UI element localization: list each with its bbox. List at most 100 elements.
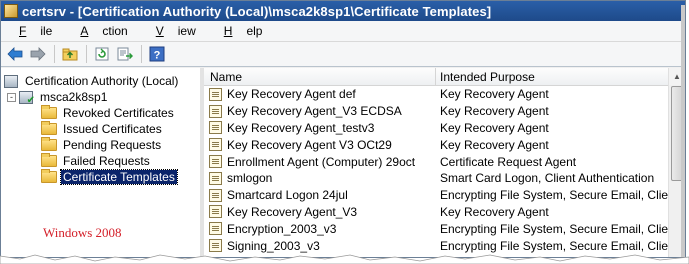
column-header-intended-purpose[interactable]: Intended Purpose (436, 68, 685, 85)
cell-intended-purpose: Encrypting File System, Secure Email, Cl… (440, 238, 685, 253)
cell-intended-purpose: Key Recovery Agent (440, 120, 549, 135)
menu-bar: File Action View Help (1, 21, 685, 42)
forward-arrow-icon (30, 47, 46, 61)
cell-intended-purpose: Smart Card Logon, Client Authentication (440, 171, 655, 186)
main-content: Certification Authority (Local) - ✔ msca… (1, 68, 685, 257)
list-rows: Key Recovery Agent def Key Recovery Agent… (204, 86, 685, 254)
cell-name: Signing_2003_v3 (204, 239, 436, 253)
tree-item-certificate-templates[interactable]: Certificate Templates (1, 169, 200, 185)
template-name: smlogon (227, 171, 273, 186)
template-name: Key Recovery Agent V3 OCt29 (227, 137, 392, 152)
cell-name: Smartcard Logon 24jul (204, 188, 436, 202)
table-row[interactable]: Key Recovery Agent_V3 ECDSA Key Recovery … (204, 103, 685, 120)
title-bar: certsrv - [Certification Authority (Loca… (1, 1, 685, 21)
table-row[interactable]: smlogon Smart Card Logon, Client Authenti… (204, 170, 685, 187)
tree-root-item[interactable]: Certification Authority (Local) (1, 73, 200, 89)
cell-name: Encryption_2003_v3 (204, 222, 436, 236)
window-shadow (681, 5, 685, 257)
template-name: Signing_2003_v3 (227, 238, 320, 253)
cell-name: smlogon (204, 171, 436, 185)
certificate-template-icon (209, 239, 222, 253)
tree-ca-item[interactable]: - ✔ msca2k8sp1 (1, 89, 200, 106)
tree-item-revoked-certificates[interactable]: Revoked Certificates (1, 105, 200, 121)
certificate-template-icon (209, 188, 222, 202)
table-row[interactable]: Key Recovery Agent def Key Recovery Agent (204, 86, 685, 103)
console-tree: Certification Authority (Local) - ✔ msca… (1, 68, 204, 257)
toolbar: ? (1, 42, 685, 67)
certificate-template-icon (209, 87, 222, 101)
ca-server-icon: ✔ (19, 90, 35, 106)
refresh-button[interactable] (91, 44, 113, 64)
tree-item-label: Issued Certificates (63, 122, 162, 136)
toolbar-separator (54, 45, 55, 63)
certificate-template-icon (209, 121, 222, 135)
menu-action[interactable]: Action (66, 24, 141, 38)
table-row[interactable]: Enrollment Agent (Computer) 29oct Certifi… (204, 153, 685, 170)
cell-name: Enrollment Agent (Computer) 29oct (204, 155, 436, 169)
cell-name: Key Recovery Agent V3 OCt29 (204, 138, 436, 152)
tree-item-label: Failed Requests (63, 154, 150, 168)
tree-item-failed-requests[interactable]: Failed Requests (1, 153, 200, 169)
cell-intended-purpose: Key Recovery Agent (440, 104, 549, 119)
cell-intended-purpose: Encrypting File System, Secure Email, Cl… (440, 221, 685, 236)
certificate-template-icon (209, 104, 222, 118)
template-name: Key Recovery Agent_V3 ECDSA (227, 104, 402, 119)
mmc-window: certsrv - [Certification Authority (Loca… (0, 0, 686, 258)
menu-help[interactable]: Help (210, 24, 277, 38)
certificate-template-icon (209, 222, 222, 236)
up-one-level-button[interactable] (59, 44, 81, 64)
folder-icon (41, 169, 57, 183)
cell-intended-purpose: Certificate Request Agent (440, 154, 577, 169)
tree-item-label: Pending Requests (63, 138, 162, 152)
table-row[interactable]: Encryption_2003_v3 Encrypting File System… (204, 220, 685, 237)
tree-item-label: Certificate Templates (60, 169, 178, 185)
certificate-template-icon (209, 171, 222, 185)
cell-name: Key Recovery Agent_testv3 (204, 121, 436, 135)
tree-root-label: Certification Authority (Local) (25, 74, 179, 88)
collapse-expander[interactable]: - (7, 92, 16, 102)
template-name: Encryption_2003_v3 (227, 221, 337, 236)
column-header-name[interactable]: Name (204, 68, 436, 85)
table-row[interactable]: Key Recovery Agent_V3 Key Recovery Agent (204, 204, 685, 221)
cell-intended-purpose: Encrypting File System, Secure Email, Cl… (440, 188, 685, 203)
table-row[interactable]: Key Recovery Agent V3 OCt29 Key Recovery … (204, 136, 685, 153)
certification-authority-icon (4, 74, 18, 88)
menu-view[interactable]: View (142, 24, 210, 38)
export-list-button[interactable] (114, 44, 136, 64)
folder-icon (41, 153, 57, 167)
tree-item-issued-certificates[interactable]: Issued Certificates (1, 121, 200, 137)
cell-name: Key Recovery Agent def (204, 87, 436, 101)
help-icon: ? (149, 46, 165, 62)
folder-icon (41, 105, 57, 119)
cell-name: Key Recovery Agent_V3 (204, 205, 436, 219)
table-row[interactable]: Signing_2003_v3 Encrypting File System, S… (204, 237, 685, 254)
help-button[interactable]: ? (146, 44, 168, 64)
back-button[interactable] (4, 44, 26, 64)
table-row[interactable]: Smartcard Logon 24jul Encrypting File Sys… (204, 187, 685, 204)
tree-ca-label: msca2k8sp1 (40, 90, 108, 104)
folder-icon (41, 137, 57, 151)
toolbar-separator (86, 45, 87, 63)
template-name: Enrollment Agent (Computer) 29oct (227, 154, 416, 169)
export-list-icon (117, 47, 133, 61)
folder-icon (41, 121, 57, 135)
tree-item-label: Revoked Certificates (63, 106, 174, 120)
template-name: Key Recovery Agent_V3 (227, 204, 358, 219)
template-name: Key Recovery Agent_testv3 (227, 120, 375, 135)
table-row[interactable]: Key Recovery Agent_testv3 Key Recovery Ag… (204, 120, 685, 137)
certificate-template-icon (209, 138, 222, 152)
cell-intended-purpose: Key Recovery Agent (440, 137, 549, 152)
list-header: Name Intended Purpose (204, 68, 685, 86)
svg-text:?: ? (154, 50, 161, 62)
windows-version-annotation: Windows 2008 (43, 225, 122, 240)
template-name: Key Recovery Agent def (227, 87, 356, 102)
up-folder-icon (62, 48, 78, 61)
tree-item-pending-requests[interactable]: Pending Requests (1, 137, 200, 153)
forward-button[interactable] (27, 44, 49, 64)
menu-file[interactable]: File (5, 24, 66, 38)
running-check-icon: ✔ (26, 94, 35, 106)
template-name: Smartcard Logon 24jul (227, 188, 348, 203)
cell-intended-purpose: Key Recovery Agent (440, 204, 549, 219)
cell-name: Key Recovery Agent_V3 ECDSA (204, 104, 436, 118)
back-arrow-icon (7, 47, 23, 61)
